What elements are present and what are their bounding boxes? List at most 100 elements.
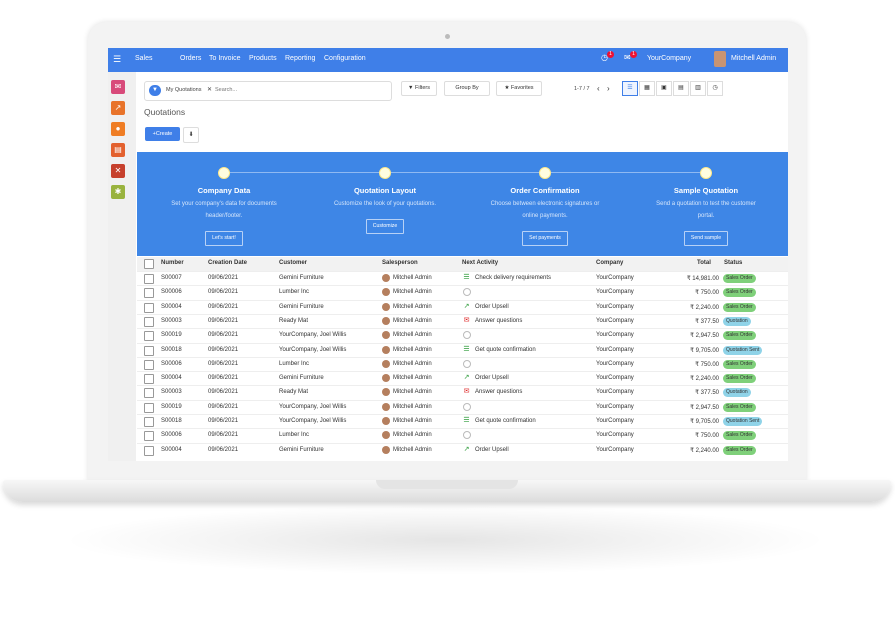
company-switcher[interactable]: YourCompany (647, 55, 691, 62)
table-row[interactable]: S00018 09/06/2021 YourCompany, Joel Willis… (137, 342, 788, 358)
table-row[interactable]: S00004 09/06/2021 Gemini Furniture Mitchell… (137, 299, 788, 315)
create-button[interactable]: +Create (145, 127, 180, 141)
nav-reporting[interactable]: Reporting (285, 55, 315, 62)
todo-icon[interactable]: ☰ (462, 416, 471, 425)
header-total[interactable]: Total (697, 260, 711, 266)
cell-customer: YourCompany, Joel Willis (279, 332, 347, 339)
select-all-checkbox[interactable] (144, 259, 154, 269)
activity-empty-icon[interactable] (463, 359, 471, 368)
group-by-button[interactable]: Group By (444, 81, 490, 96)
nav-orders[interactable]: Orders (180, 55, 201, 62)
calendar-view-icon[interactable]: ▣ (656, 81, 672, 96)
table-row[interactable]: S00003 09/06/2021 Ready Mat Mitchell Admin ✉… (137, 385, 788, 400)
upsell-icon[interactable]: ↗ (462, 302, 471, 311)
activity-view-icon[interactable]: ◷ (707, 81, 723, 96)
search-bar: ▼ My Quotations ✕ (144, 81, 392, 101)
header-customer[interactable]: Customer (279, 260, 307, 266)
send-sample-button[interactable]: Send sample (683, 231, 729, 246)
cell-salesperson: Mitchell Admin (393, 389, 432, 396)
header-next-activity[interactable]: Next Activity (462, 260, 498, 266)
header-creation-date[interactable]: Creation Date (208, 260, 247, 266)
row-checkbox[interactable] (144, 288, 154, 299)
header-status[interactable]: Status (724, 260, 742, 266)
pager-next-icon[interactable]: › (607, 84, 610, 93)
cell-company: YourCompany (596, 303, 634, 310)
nav-to-invoice[interactable]: To Invoice (209, 55, 241, 62)
cell-company: YourCompany (596, 360, 634, 367)
upsell-icon[interactable]: ↗ (462, 445, 471, 454)
app-name[interactable]: Sales (135, 55, 153, 62)
table-row[interactable]: S00006 09/06/2021 Lumber Inc Mitchell Admin… (137, 428, 788, 443)
row-checkbox[interactable] (144, 345, 154, 356)
nav-configuration[interactable]: Configuration (324, 55, 366, 62)
salesperson-avatar (382, 402, 390, 411)
header-company[interactable]: Company (596, 260, 623, 266)
email-icon[interactable]: ✉ (462, 387, 471, 396)
table-row[interactable]: S00006 09/06/2021 Lumber Inc Mitchell Admin… (137, 356, 788, 372)
pivot-view-icon[interactable]: ▤ (673, 81, 689, 96)
todo-icon[interactable]: ☰ (462, 273, 471, 282)
row-checkbox[interactable] (144, 445, 154, 456)
cell-creation-date: 09/06/2021 (208, 275, 239, 281)
laptop-notch (376, 480, 518, 489)
customize-button[interactable]: Customize (365, 219, 405, 234)
row-checkbox[interactable] (144, 359, 154, 370)
website-icon[interactable]: ● (111, 122, 125, 136)
row-checkbox[interactable] (144, 274, 154, 284)
activity-empty-icon[interactable] (463, 288, 471, 297)
todo-icon[interactable]: ☰ (462, 345, 471, 354)
cell-number: S00006 (161, 360, 182, 367)
activity-empty-icon[interactable] (463, 402, 471, 411)
table-row[interactable]: S00019 09/06/2021 YourCompany, Joel Willis… (137, 328, 788, 343)
filters-button[interactable]: ▼ Filters (401, 81, 437, 96)
header-salesperson[interactable]: Salesperson (382, 260, 418, 266)
row-checkbox[interactable] (144, 388, 154, 399)
row-checkbox[interactable] (144, 374, 154, 385)
download-icon[interactable]: ⬇ (183, 127, 199, 143)
favorites-button[interactable]: ★ Favorites (496, 81, 542, 96)
sidebar: ✉ ↗ ● ▤ ✕ ✱ (108, 72, 136, 461)
nav-products[interactable]: Products (249, 55, 277, 62)
pager-value[interactable]: 1-7 / 7 (574, 86, 590, 92)
discuss-icon[interactable]: ✉ (111, 80, 125, 94)
row-checkbox[interactable] (144, 302, 154, 313)
table-row[interactable]: S00004 09/06/2021 Gemini Furniture Mitchell… (137, 371, 788, 386)
header-number[interactable]: Number (161, 260, 184, 266)
facet-close-icon[interactable]: ✕ (207, 86, 212, 93)
lets-start-button[interactable]: Let's start! (205, 231, 243, 246)
crm-icon[interactable]: ✕ (111, 164, 125, 178)
status-badge: Sales Order (723, 331, 756, 341)
search-input[interactable] (215, 85, 315, 95)
table-row[interactable]: S00003 09/06/2021 Ready Mat Mitchell Admin ✉… (137, 313, 788, 329)
salesperson-avatar (382, 331, 390, 340)
pager-previous-icon[interactable]: ‹ (597, 84, 600, 93)
list-view-icon[interactable]: ☰ (622, 81, 638, 96)
screen: ☰ Sales Orders To Invoice Products Repor… (108, 48, 788, 461)
row-checkbox[interactable] (144, 331, 154, 342)
set-payments-button[interactable]: Set payments (522, 231, 568, 246)
salesperson-avatar (382, 359, 390, 368)
row-checkbox[interactable] (144, 417, 154, 427)
row-checkbox[interactable] (144, 402, 154, 413)
row-checkbox[interactable] (144, 316, 154, 327)
activity-empty-icon[interactable] (463, 331, 471, 340)
activity-empty-icon[interactable] (463, 431, 471, 440)
dashboard-icon[interactable]: ↗ (111, 101, 125, 115)
table-row[interactable]: S00006 09/06/2021 Lumber Inc Mitchell Admin… (137, 285, 788, 300)
graph-view-icon[interactable]: ▥ (690, 81, 706, 96)
apps-menu-icon[interactable]: ☰ (113, 54, 121, 65)
kanban-view-icon[interactable]: ▦ (639, 81, 655, 96)
upsell-icon[interactable]: ↗ (462, 373, 471, 382)
row-checkbox[interactable] (144, 431, 154, 442)
table-row[interactable]: S00004 09/06/2021 Gemini Furniture Mitchell… (137, 442, 788, 458)
table-row[interactable]: S00018 09/06/2021 YourCompany, Joel Willis… (137, 414, 788, 429)
cell-customer: Ready Mat (279, 317, 309, 324)
invoice-icon[interactable]: ▤ (111, 143, 125, 157)
table-row[interactable]: S00007 09/06/2021 Gemini Furniture Mitchell… (137, 271, 788, 286)
table-row[interactable]: S00019 09/06/2021 YourCompany, Joel Willis… (137, 399, 788, 415)
email-icon[interactable]: ✉ (462, 316, 471, 325)
user-menu[interactable]: Mitchell Admin (731, 55, 776, 62)
settings-icon[interactable]: ✱ (111, 185, 125, 199)
salesperson-avatar (382, 274, 390, 282)
user-avatar[interactable] (714, 51, 726, 67)
